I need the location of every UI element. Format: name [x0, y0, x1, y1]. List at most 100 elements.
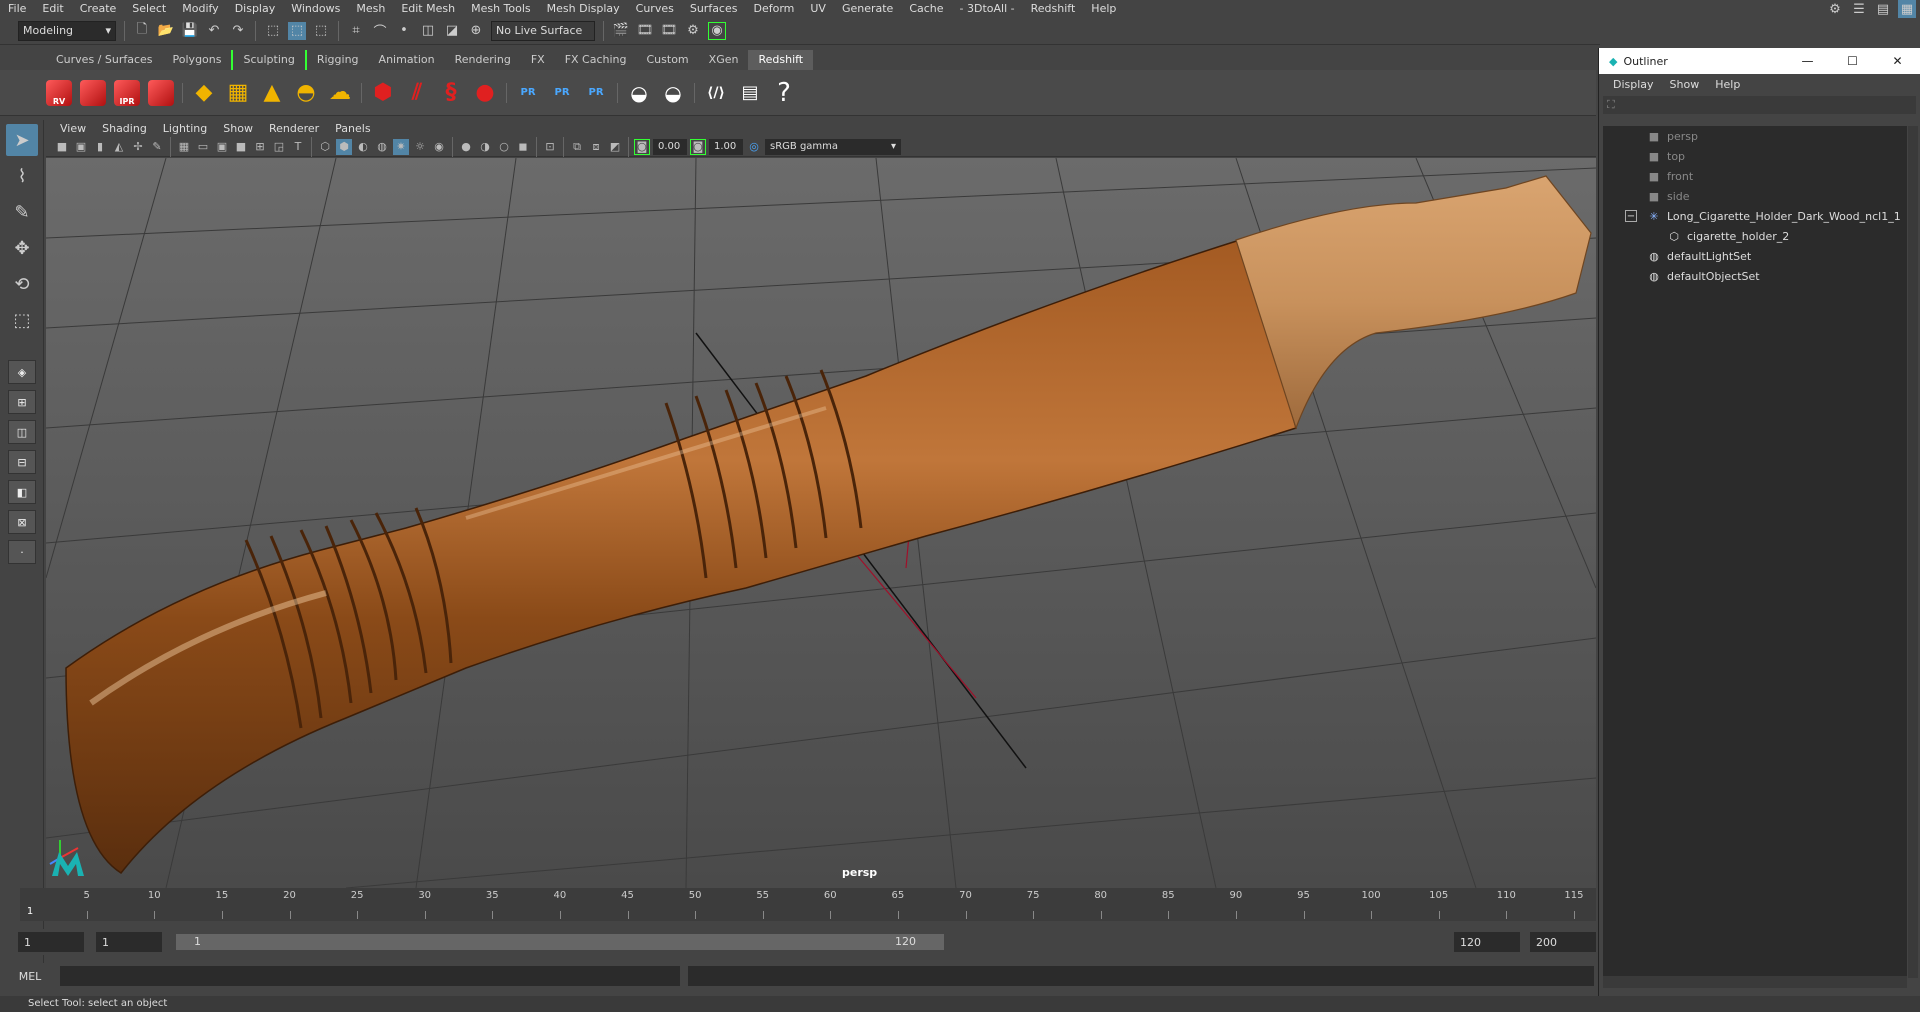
film-gate-icon[interactable]: ▭ — [195, 139, 211, 155]
lasso-tool-icon[interactable]: ⌇ — [6, 160, 38, 192]
persp-outliner-layout-button[interactable]: ◫ — [8, 420, 36, 444]
2d-pan-zoom-icon[interactable]: ✢ — [130, 139, 146, 155]
shelf-tab-redshift[interactable]: Redshift — [748, 50, 814, 70]
new-scene-icon[interactable]: 🗋 — [133, 22, 151, 40]
outliner-vertical-scrollbar[interactable] — [1908, 126, 1918, 978]
menu-help[interactable]: Help — [1083, 0, 1124, 17]
rotate-tool-icon[interactable]: ⟲ — [6, 268, 38, 300]
snap-pivot-icon[interactable]: ⊕ — [467, 22, 485, 40]
rs-log-icon[interactable]: ▤ — [735, 76, 765, 110]
outliner-menu-display[interactable]: Display — [1605, 78, 1662, 91]
render-view-icon[interactable]: 🎬 — [612, 22, 630, 40]
menu-surfaces[interactable]: Surfaces — [682, 0, 746, 17]
outliner-menu-help[interactable]: Help — [1707, 78, 1748, 91]
collapse-icon[interactable]: − — [1625, 210, 1637, 222]
anti-aliasing-icon[interactable]: ◑ — [477, 139, 493, 155]
rs-sun-light-icon[interactable]: ☁ — [325, 76, 355, 110]
time-slider[interactable]: 1 5 10 15 20 25 30 35 40 45 50 55 60 65 70 75 80 85 90 95 1… — [20, 888, 1596, 921]
rs-ipr-button[interactable]: IPR — [112, 76, 142, 110]
attribute-editor-icon[interactable]: ▤ — [1874, 0, 1892, 18]
image-plane-icon[interactable]: ◭ — [111, 139, 127, 155]
open-scene-icon[interactable]: 📂 — [157, 22, 175, 40]
field-chart-icon[interactable]: ⊞ — [252, 139, 268, 155]
outliner-search-field[interactable]: ⛶ — [1603, 96, 1916, 114]
command-language-toggle[interactable]: MEL — [0, 970, 60, 983]
menuset-dropdown[interactable]: Modeling ▾ — [18, 20, 116, 41]
maximize-icon[interactable]: ☐ — [1830, 54, 1875, 68]
ambient-occlusion-icon[interactable]: ◉ — [431, 139, 447, 155]
playback-start-field[interactable]: 1 — [96, 932, 162, 952]
viewport-menu-show[interactable]: Show — [215, 122, 261, 135]
color-management-icon[interactable]: ◎ — [746, 139, 762, 155]
rs-render-view-button[interactable]: RV — [44, 76, 74, 110]
snap-point-icon[interactable]: • — [395, 22, 413, 40]
save-scene-icon[interactable]: 💾 — [181, 22, 199, 40]
rs-spot-light-icon[interactable]: ▲ — [257, 76, 287, 110]
outliner-item-group[interactable]: − ✳ Long_Cigarette_Holder_Dark_Wood_ncl1… — [1603, 206, 1907, 226]
rs-render-button[interactable] — [78, 76, 108, 110]
hypershade-icon[interactable]: ◉ — [708, 21, 726, 40]
outliner-item-defaultlightset[interactable]: ◍ defaultLightSet — [1603, 246, 1907, 266]
snap-surface-icon[interactable]: ◪ — [443, 22, 461, 40]
outliner-horizontal-scrollbar[interactable] — [1603, 976, 1907, 988]
shelf-tab-curves-surfaces[interactable]: Curves / Surfaces — [46, 50, 163, 70]
range-slider[interactable]: 1 120 — [176, 934, 944, 950]
viewport-menu-lighting[interactable]: Lighting — [155, 122, 215, 135]
ipr-render-icon[interactable]: 🎞 — [660, 22, 678, 40]
rs-dome-light-icon[interactable]: ◓ — [291, 76, 321, 110]
outliner-item-defaultobjectset[interactable]: ◍ defaultObjectSet — [1603, 266, 1907, 286]
minimize-icon[interactable]: — — [1785, 54, 1830, 68]
paint-select-tool-icon[interactable]: ✎ — [6, 196, 38, 228]
shelf-tab-fx[interactable]: FX — [521, 50, 555, 70]
outliner-item-top[interactable]: ■ top — [1603, 146, 1907, 166]
exposure-icon[interactable]: ◙ — [634, 138, 650, 155]
bookmark-icon[interactable]: ▮ — [92, 139, 108, 155]
redo-icon[interactable]: ↷ — [229, 22, 247, 40]
shelf-tab-sculpting[interactable]: Sculpting — [231, 50, 304, 70]
move-tool-icon[interactable]: ✥ — [6, 232, 38, 264]
workspace-icon[interactable]: ⚙ — [1826, 0, 1844, 18]
menu-curves[interactable]: Curves — [628, 0, 682, 17]
rs-pr-export-button[interactable]: PR — [513, 76, 543, 110]
select-object-icon[interactable]: ⬚ — [288, 21, 306, 40]
wireframe-on-shaded-icon[interactable]: ◐ — [355, 139, 371, 155]
command-input[interactable] — [60, 966, 680, 986]
shelf-tab-animation[interactable]: Animation — [369, 50, 445, 70]
viewport-menu-renderer[interactable]: Renderer — [261, 122, 327, 135]
outliner-item-front[interactable]: ■ front — [1603, 166, 1907, 186]
menu-edit-mesh[interactable]: Edit Mesh — [393, 0, 463, 17]
shelf-tab-rigging[interactable]: Rigging — [304, 50, 369, 70]
rs-sphere-icon[interactable]: ● — [470, 76, 500, 110]
wireframe-icon[interactable]: ⬡ — [317, 139, 333, 155]
xray-active-icon[interactable]: ⧈ — [588, 139, 604, 155]
gamma-icon[interactable]: ◙ — [690, 138, 706, 155]
outliner-menu-show[interactable]: Show — [1662, 78, 1708, 91]
safe-title-icon[interactable]: T — [290, 139, 306, 155]
persp-hypershade-layout-button[interactable]: ◧ — [8, 480, 36, 504]
rs-pr-import-button[interactable]: PR — [547, 76, 577, 110]
view-transform-dropdown[interactable]: sRGB gamma ▾ — [765, 138, 901, 155]
gamma-field[interactable]: 1.00 — [709, 138, 743, 155]
persp-uv-layout-button[interactable]: ⊠ — [8, 510, 36, 534]
viewport-menu-view[interactable]: View — [52, 122, 94, 135]
camera-icon[interactable]: ■ — [54, 139, 70, 155]
animation-start-field[interactable]: 1 — [18, 932, 84, 952]
undo-icon[interactable]: ↶ — [205, 22, 223, 40]
exposure-field[interactable]: 0.00 — [653, 138, 687, 155]
menu-mesh-tools[interactable]: Mesh Tools — [463, 0, 539, 17]
snap-grid-icon[interactable]: ⌗ — [347, 22, 365, 40]
snap-curve-icon[interactable]: ⌒ — [371, 22, 389, 40]
close-icon[interactable]: ✕ — [1875, 54, 1920, 68]
select-tool-icon[interactable]: ➤ — [6, 124, 38, 156]
gate-mask-icon[interactable]: ■ — [233, 139, 249, 155]
persp-graph-layout-button[interactable]: ⊟ — [8, 450, 36, 474]
rs-settings-button[interactable] — [146, 76, 176, 110]
snap-view-icon[interactable]: ◫ — [419, 22, 437, 40]
select-component-icon[interactable]: ⬚ — [312, 22, 330, 40]
shelf-tab-fx-caching[interactable]: FX Caching — [555, 50, 637, 70]
outliner-item-persp[interactable]: ■ persp — [1603, 126, 1907, 146]
grid-icon[interactable]: ▦ — [176, 139, 192, 155]
menu-select[interactable]: Select — [124, 0, 174, 17]
viewport-menu-shading[interactable]: Shading — [94, 122, 155, 135]
shadows-icon[interactable]: ☼ — [412, 139, 428, 155]
